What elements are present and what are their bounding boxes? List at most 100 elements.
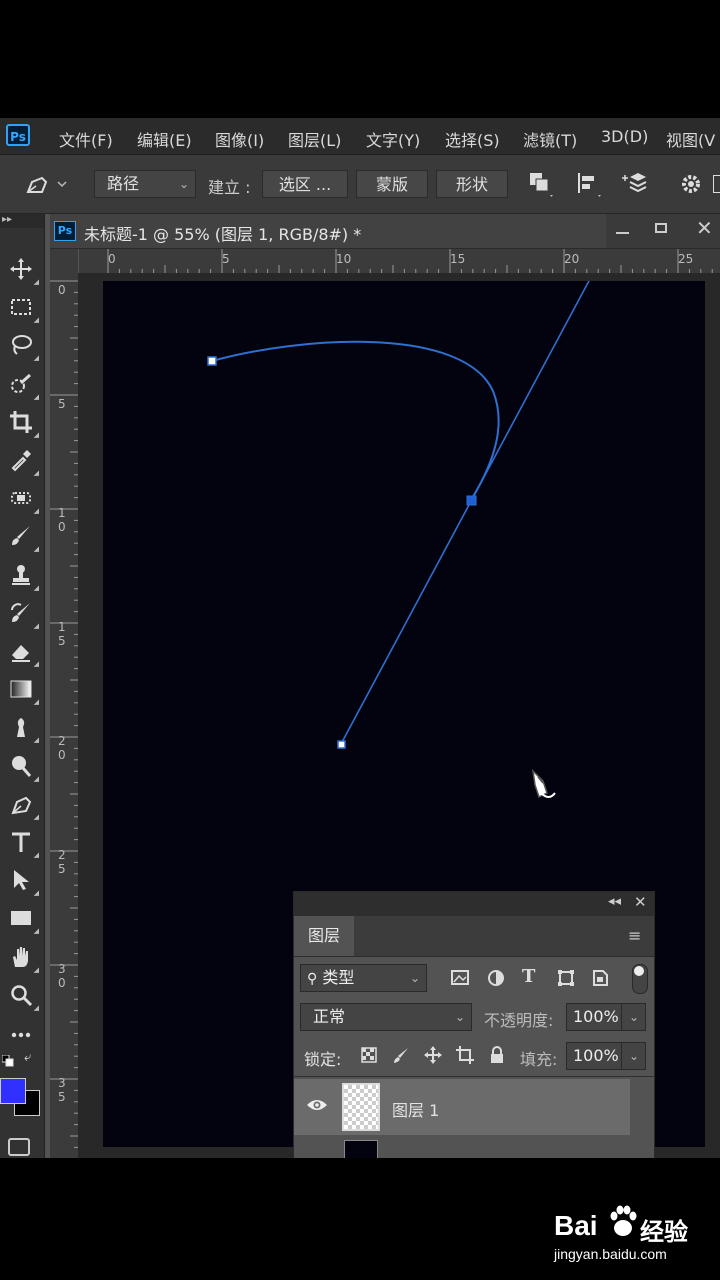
tool-type[interactable]: ◢: [6, 827, 39, 859]
tool-marquee[interactable]: ◢: [6, 292, 39, 324]
filter-shape-icon[interactable]: [556, 968, 576, 988]
settings-button[interactable]: [676, 169, 706, 199]
horizontal-ruler[interactable]: 0 5 10 15 20 25: [78, 249, 720, 274]
ruler-label: 5: [58, 634, 66, 648]
layer-row[interactable]: 图层 1: [294, 1079, 630, 1135]
anchor-point[interactable]: [207, 356, 217, 366]
layer-filter-select[interactable]: ⚲ 类型 ⌄: [300, 964, 427, 992]
panel-menu-icon[interactable]: ≡: [628, 926, 641, 945]
minimize-icon[interactable]: [610, 218, 634, 242]
tool-healing[interactable]: ◢: [6, 483, 39, 515]
filter-kind-value: 类型: [322, 968, 355, 987]
menu-view[interactable]: 视图(V: [666, 127, 715, 151]
tool-eyedropper[interactable]: ◢: [6, 445, 39, 477]
menu-3d[interactable]: 3D(D): [601, 127, 648, 146]
ruler-origin[interactable]: [50, 249, 79, 274]
pen-tool-preset-picker[interactable]: [22, 170, 68, 198]
ruler-label: 3: [58, 962, 66, 976]
lock-all-icon[interactable]: [488, 1046, 506, 1064]
path-alignment-button[interactable]: [574, 169, 604, 199]
tool-brush[interactable]: ◢: [6, 521, 39, 553]
tool-gradient[interactable]: ◢: [6, 674, 39, 706]
photoshop-window: Ps 文件(F) 编辑(E) 图像(I) 图层(L) 文字(Y) 选择(S) 滤…: [0, 118, 720, 1158]
lock-artboard-icon[interactable]: [456, 1046, 474, 1064]
swap-colors-icon[interactable]: ⤶: [24, 1050, 40, 1066]
ruler-label: 0: [58, 520, 66, 534]
tool-lasso[interactable]: ◢: [6, 330, 39, 362]
tool-crop[interactable]: ◢: [6, 407, 39, 439]
make-selection-button[interactable]: 选区 ...: [262, 170, 348, 198]
gradient-icon: [10, 680, 32, 698]
vertical-ruler[interactable]: 0 5 1 0 1 5 2 0 2 5 3 0 3 5: [50, 273, 79, 1158]
opacity-field[interactable]: 100% ⌄: [566, 1003, 646, 1031]
tool-eraser[interactable]: ◢: [6, 636, 39, 668]
menu-file[interactable]: 文件(F): [59, 127, 113, 151]
filter-toggle[interactable]: [632, 964, 648, 994]
tool-more[interactable]: [6, 1018, 36, 1048]
filter-type-icon[interactable]: T: [522, 966, 542, 988]
ruler-label: 10: [336, 252, 352, 266]
ruler-label: 3: [58, 1076, 66, 1090]
menu-edit[interactable]: 编辑(E): [137, 127, 192, 151]
zoom-icon: [11, 985, 33, 1006]
menu-filter[interactable]: 滤镜(T): [523, 127, 577, 151]
fill-label: 填充:: [520, 1050, 558, 1069]
layer-name[interactable]: 图层 1: [392, 1097, 439, 1121]
ruler-label: 5: [222, 252, 230, 266]
document-title[interactable]: 未标题-1 @ 55% (图层 1, RGB/8#) *: [84, 221, 361, 245]
menu-image[interactable]: 图像(I): [215, 127, 264, 151]
tab-layers[interactable]: 图层: [294, 916, 354, 956]
options-bar: 路径 ⌄ 建立 : 选区 ... 蒙版 形状: [0, 155, 720, 214]
quick-mask-icon[interactable]: [8, 1138, 30, 1156]
lock-position-icon[interactable]: [424, 1046, 442, 1064]
tool-dodge[interactable]: ◢: [6, 751, 39, 783]
direction-handle[interactable]: [337, 740, 346, 749]
pen-mode-select[interactable]: 路径 ⌄: [94, 170, 196, 198]
collapse-panel-icon[interactable]: ▸▸: [0, 214, 44, 228]
menu-select[interactable]: 选择(S): [445, 127, 500, 151]
eye-icon[interactable]: [306, 1097, 328, 1113]
selected-anchor-point[interactable]: [466, 495, 477, 506]
ruler-label: 15: [450, 252, 466, 266]
tool-path-select[interactable]: ◢: [6, 865, 39, 897]
blend-mode-select[interactable]: 正常 ⌄: [300, 1003, 472, 1031]
lock-transparent-icon[interactable]: [360, 1046, 378, 1064]
move-icon: [10, 258, 32, 280]
maximize-icon[interactable]: [650, 218, 674, 242]
tool-hand[interactable]: ◢: [6, 942, 39, 974]
path-arrangement-button[interactable]: [620, 169, 652, 199]
build-label: 建立 :: [208, 178, 251, 197]
tool-history-brush[interactable]: ◢: [6, 598, 39, 630]
tool-smudge[interactable]: ◢: [6, 712, 39, 744]
filter-pixel-icon[interactable]: [450, 968, 470, 988]
make-mask-button[interactable]: 蒙版: [356, 170, 428, 198]
tool-pen[interactable]: ◢: [6, 789, 39, 821]
filter-smart-object-icon[interactable]: [590, 968, 610, 988]
close-icon[interactable]: ✕: [634, 893, 647, 911]
rectangle-icon: [11, 911, 31, 926]
path-operations-button[interactable]: [526, 169, 556, 199]
make-shape-button[interactable]: 形状: [436, 170, 508, 198]
filter-adjustment-icon[interactable]: [486, 968, 506, 988]
foreground-color-swatch[interactable]: [0, 1078, 26, 1104]
lock-pixels-icon[interactable]: [392, 1046, 410, 1064]
tool-quick-select[interactable]: ◢: [6, 369, 39, 401]
dodge-icon: [12, 755, 32, 777]
watermark-url: jingyan.baidu.com: [554, 1246, 667, 1262]
collapse-icon[interactable]: ◂◂: [608, 894, 621, 909]
path-operations-icon: [530, 173, 553, 197]
tool-rectangle[interactable]: ◢: [6, 903, 39, 935]
layers-stack-icon: [622, 173, 647, 193]
ruler-ticks: [107, 249, 713, 273]
menu-type[interactable]: 文字(Y): [366, 127, 420, 151]
fill-field[interactable]: 100% ⌄: [566, 1042, 646, 1070]
ruler-label: 1: [58, 620, 66, 634]
close-icon[interactable]: ✕: [696, 216, 720, 240]
tool-zoom[interactable]: ◢: [6, 980, 39, 1012]
default-colors-icon[interactable]: [1, 1052, 14, 1067]
path-select-icon: [14, 870, 29, 891]
tool-stamp[interactable]: ◢: [6, 560, 39, 592]
menu-layer[interactable]: 图层(L): [288, 127, 341, 151]
tool-move[interactable]: ◢: [6, 254, 39, 286]
options-overflow-icon[interactable]: [713, 175, 720, 193]
